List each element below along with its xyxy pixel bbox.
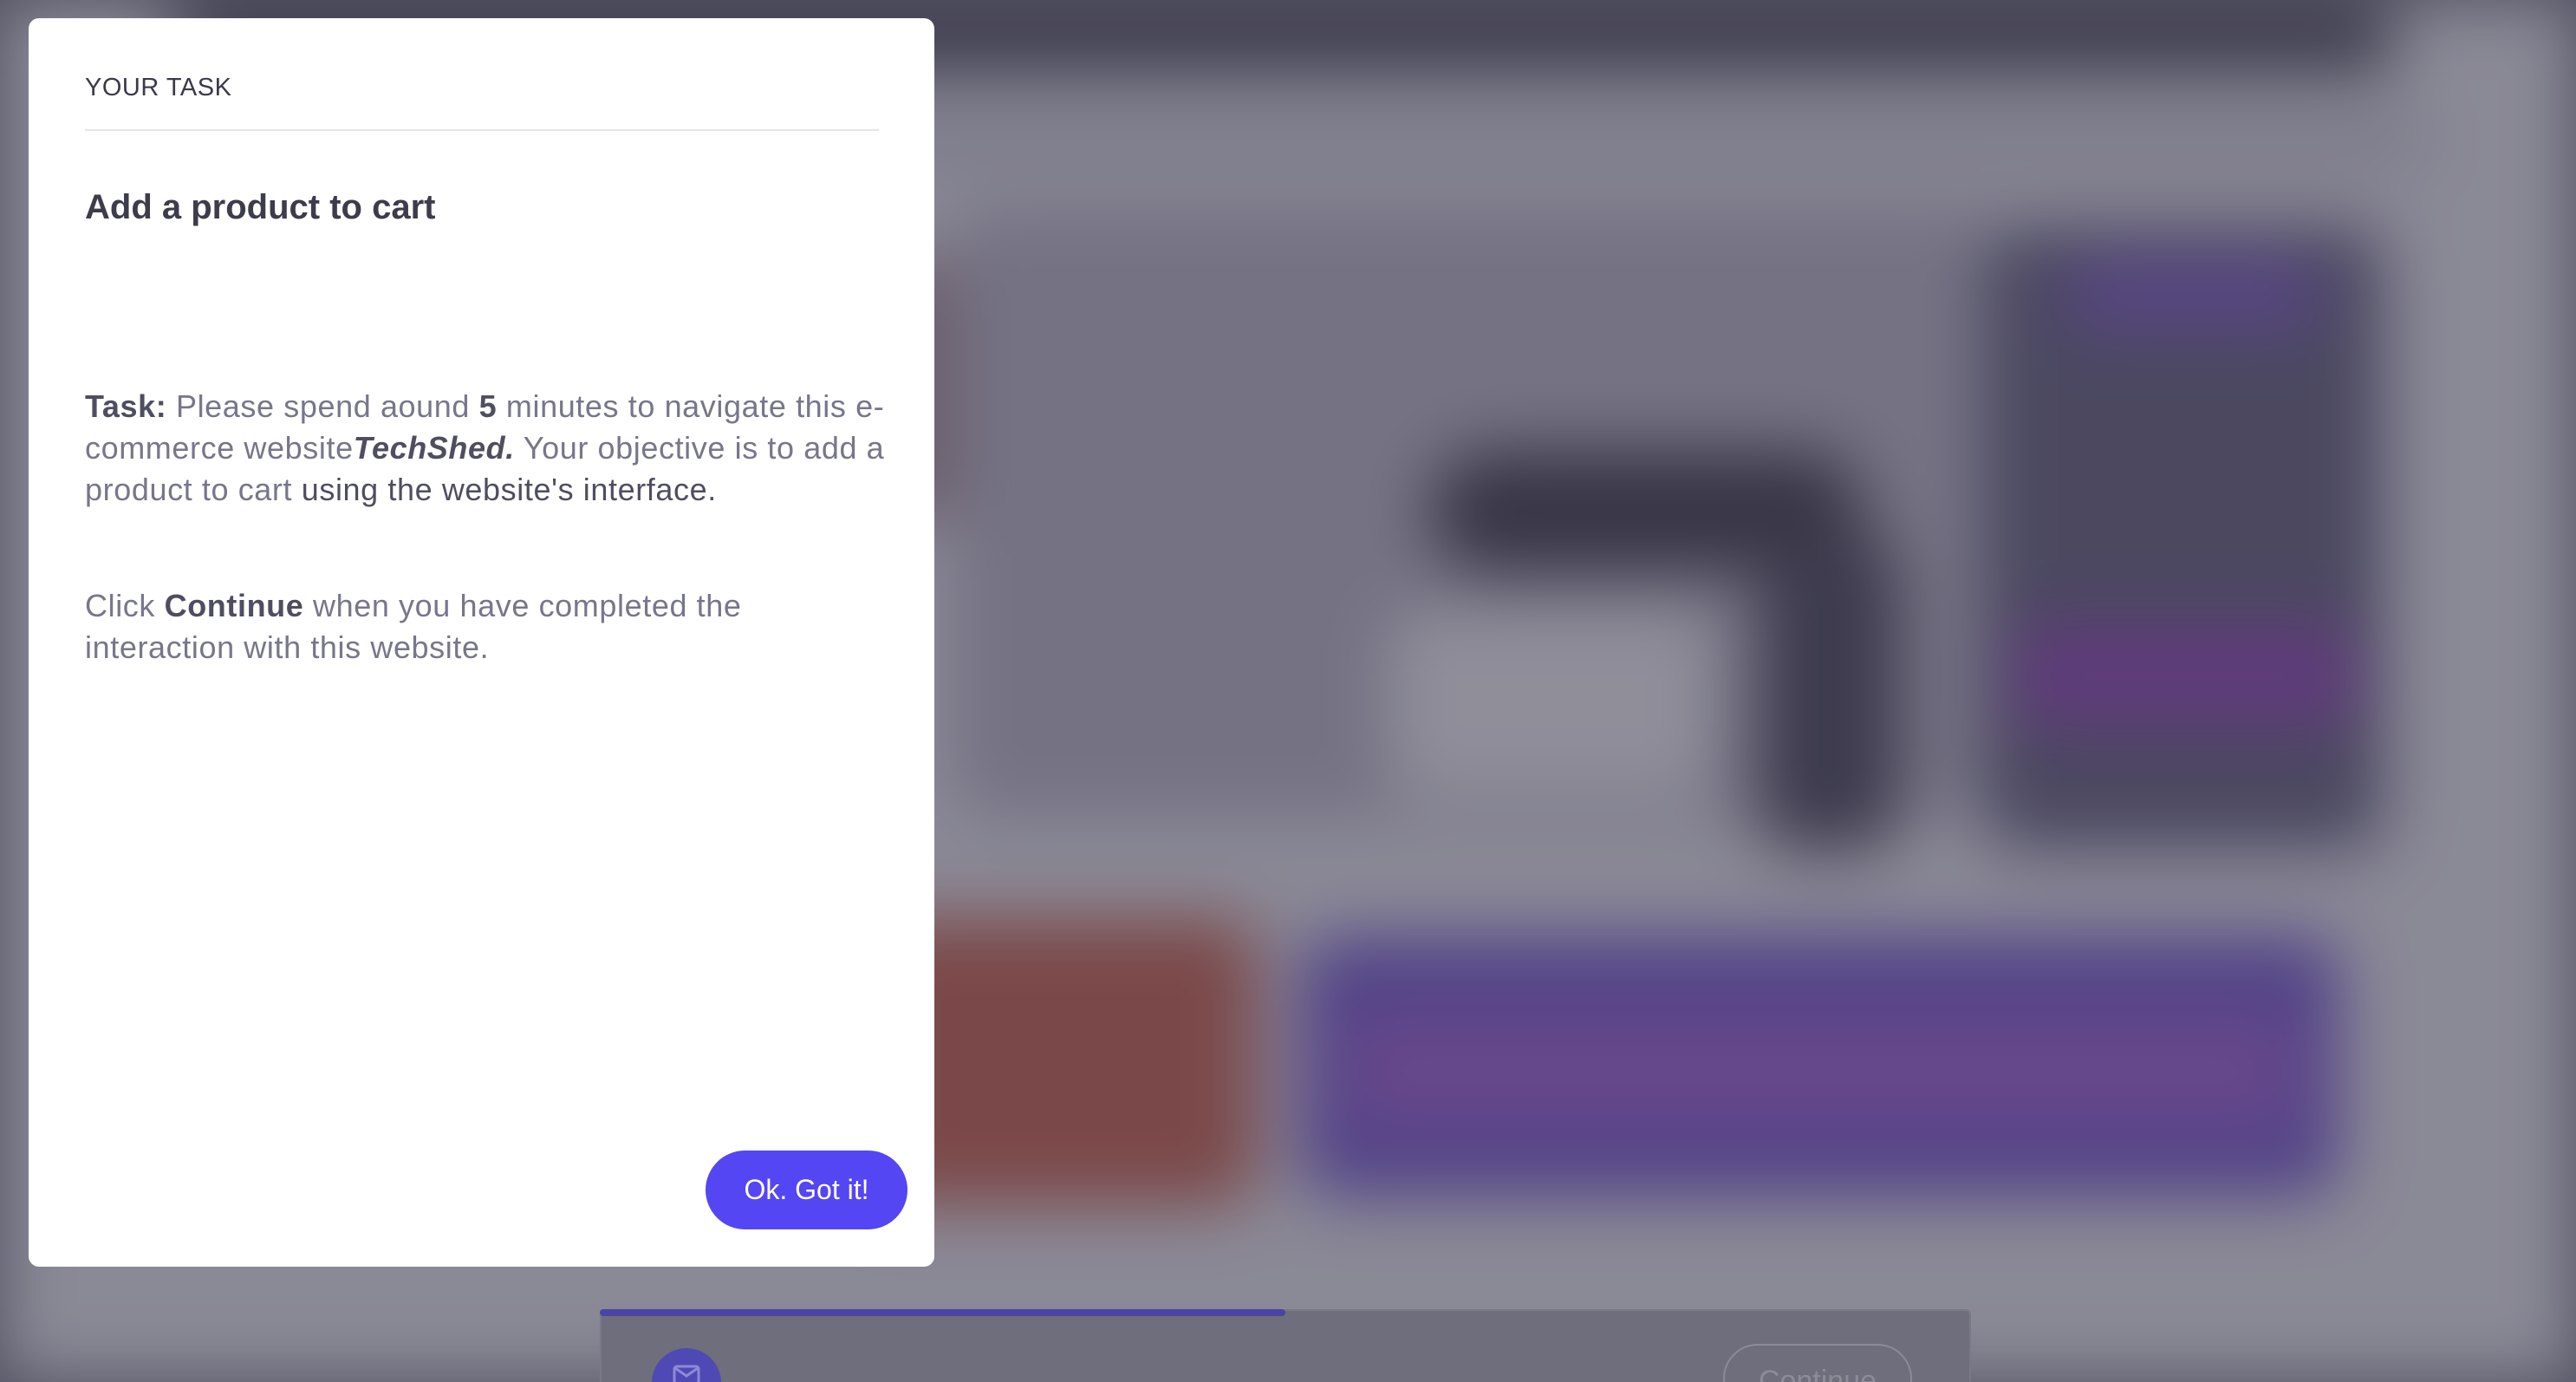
task-label: Task: [85, 388, 167, 424]
task-modal: YOUR TASK Add a product to cart Task: Pl… [29, 18, 934, 1267]
modal-divider [85, 129, 879, 131]
instruction-paragraph: Click Continue when you have completed t… [85, 585, 891, 668]
ok-got-it-button[interactable]: Ok. Got it! [706, 1151, 907, 1229]
task-text-4: using the website's interface. [301, 472, 717, 507]
task-text-1: Please spend aound [166, 388, 479, 424]
instruction-prefix: Click [85, 588, 165, 623]
instruction-button-name: Continue [164, 588, 304, 623]
task-progress-bar [600, 1309, 1285, 1316]
task-minutes: 5 [478, 388, 498, 424]
modal-eyebrow: YOUR TASK [85, 74, 232, 101]
task-paragraph: Task: Please spend aound 5 minutes to na… [85, 386, 891, 511]
task-title: Add a product to cart [85, 188, 436, 226]
site-name: TechShed. [353, 430, 515, 466]
task-description: Task: Please spend aound 5 minutes to na… [85, 386, 891, 668]
continue-button[interactable]: Continue [1723, 1344, 1912, 1382]
